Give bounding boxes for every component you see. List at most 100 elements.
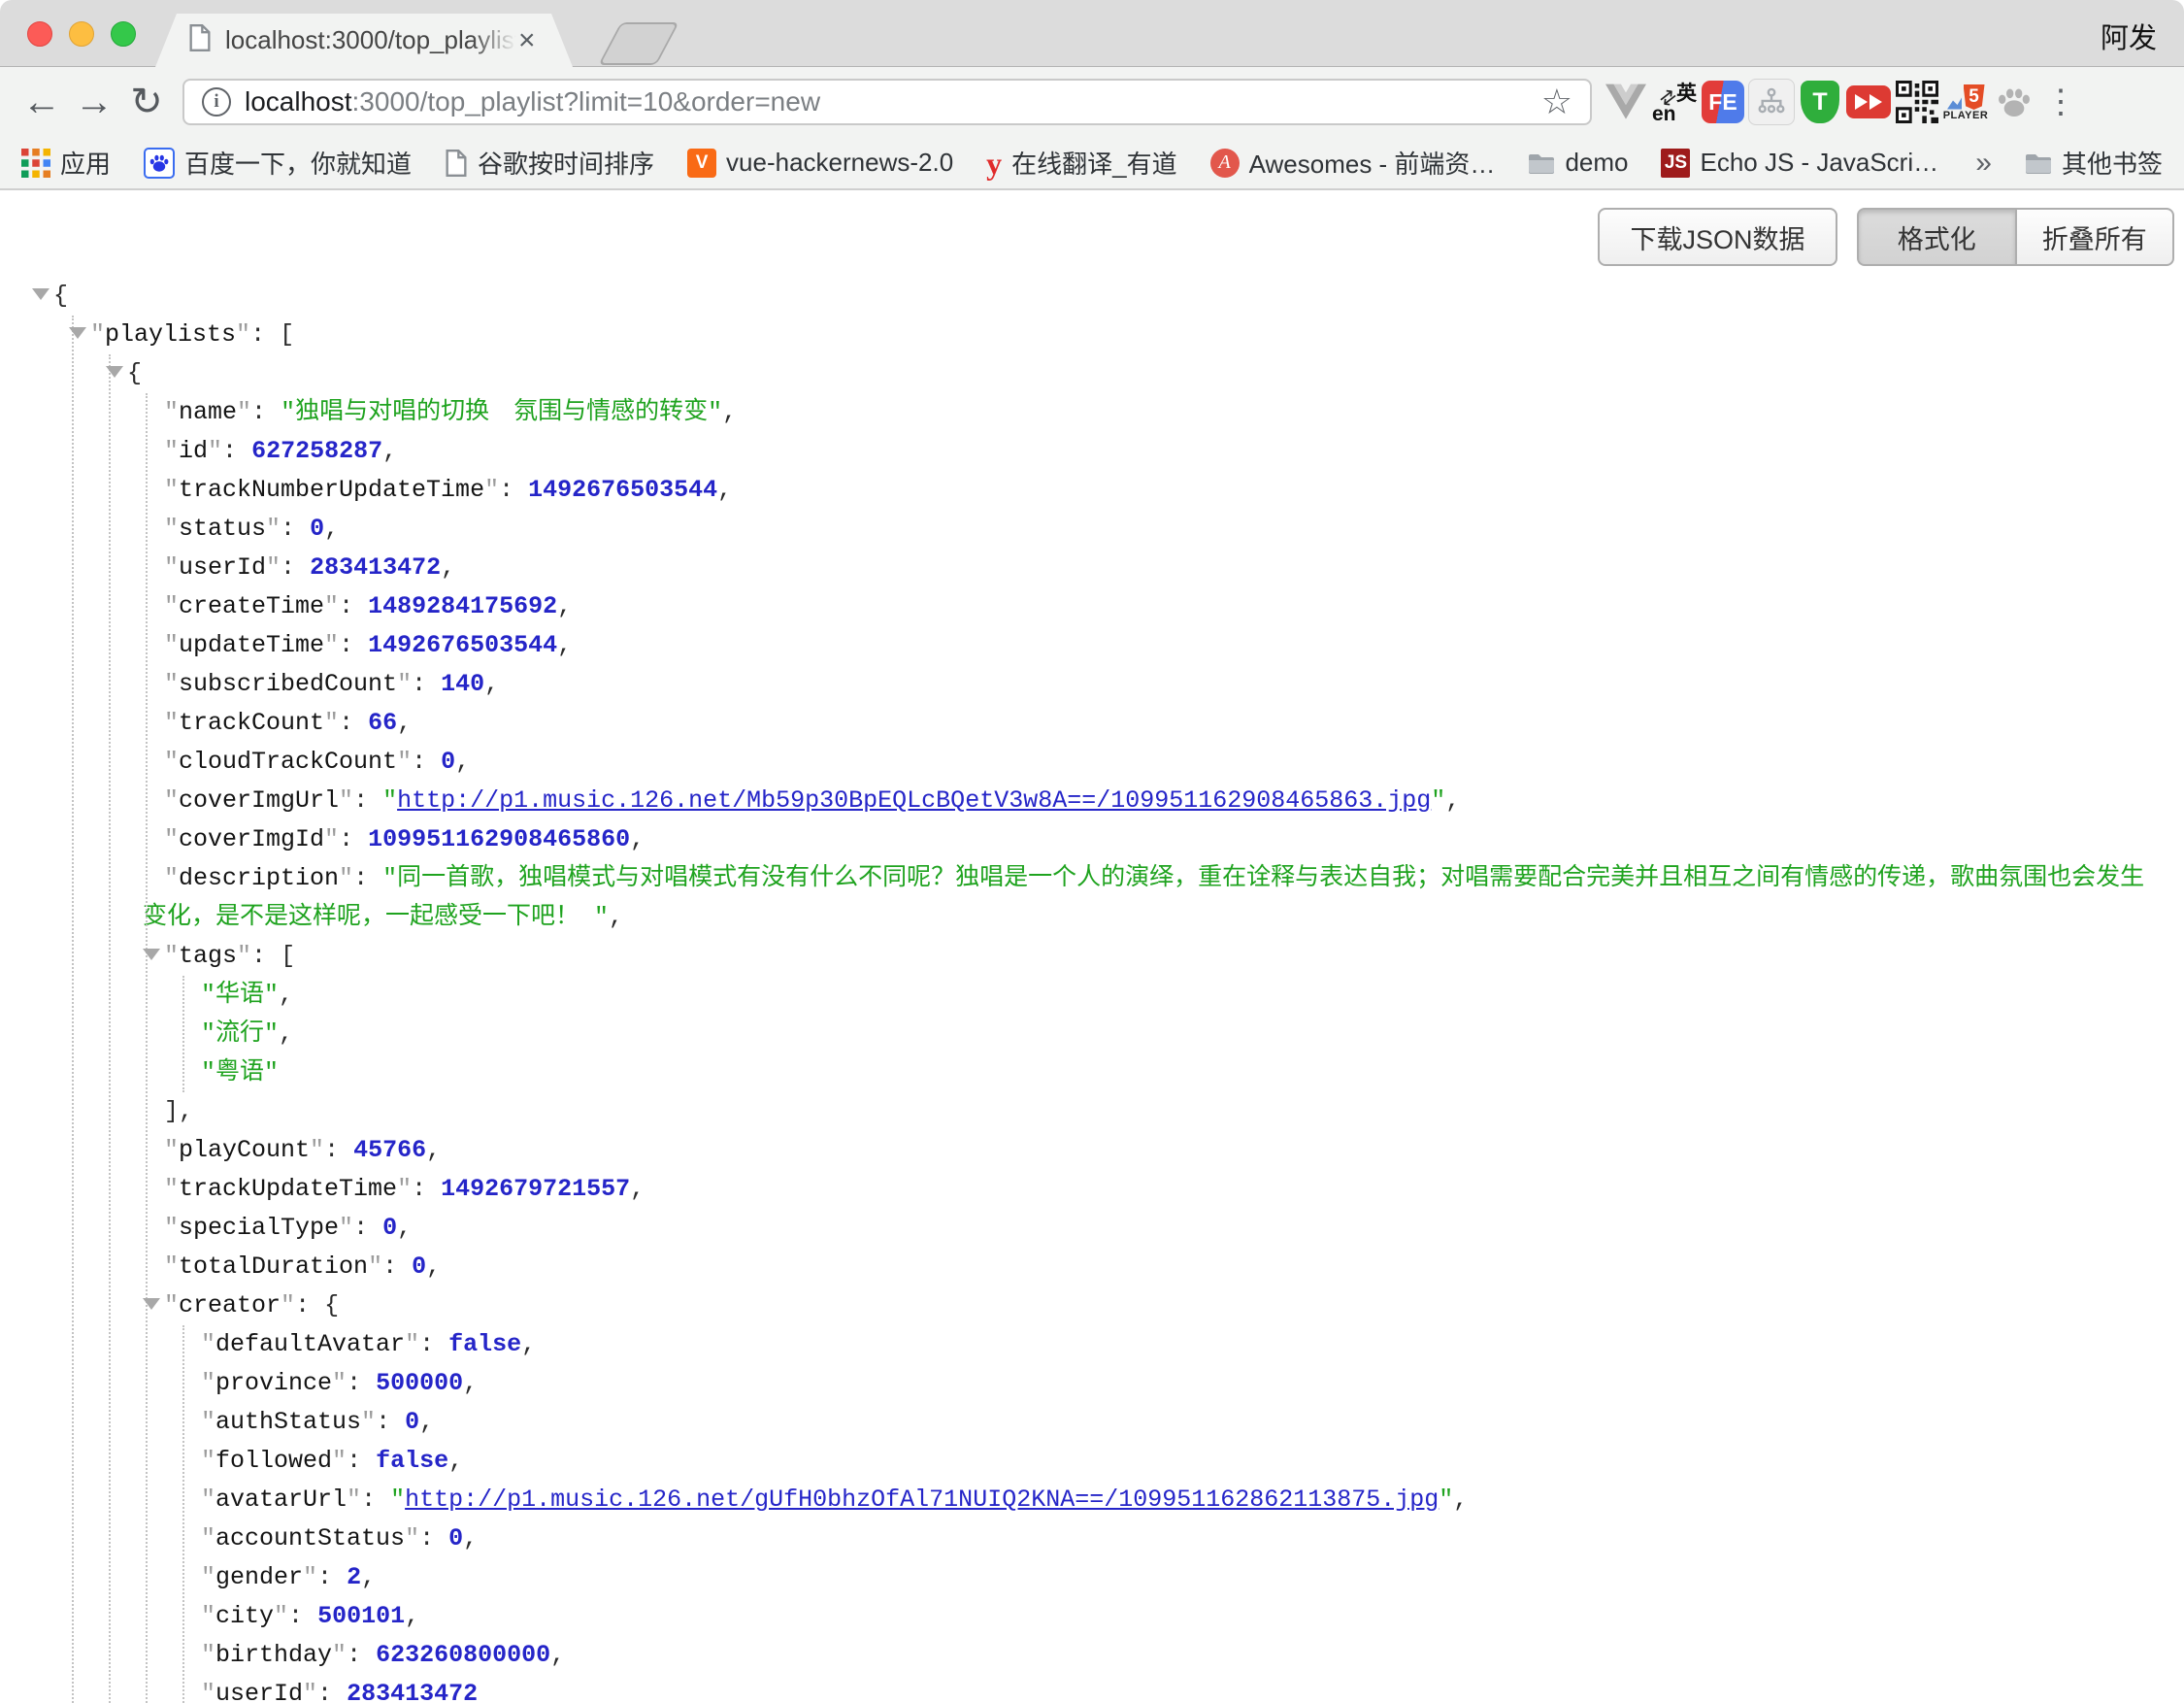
extension-vue-devtools-icon[interactable] xyxy=(1602,78,1650,126)
zoom-window-button[interactable] xyxy=(111,21,136,47)
bookmark-item[interactable]: JSEcho JS - JavaScri… xyxy=(1661,148,1938,178)
youdao-favicon: y xyxy=(986,148,1002,179)
json-row: "id": 627258287, xyxy=(0,432,2184,471)
collapse-triangle-icon xyxy=(143,634,164,651)
json-link[interactable]: http://p1.music.126.net/gUfH0bhzOfAl71NU… xyxy=(405,1486,1439,1514)
bookmark-item[interactable]: 百度一下，你就知道 xyxy=(144,145,412,181)
echojs-favicon: JS xyxy=(1661,149,1690,178)
bookmark-label: 谷歌按时间排序 xyxy=(478,145,654,181)
back-button[interactable]: ← xyxy=(16,83,68,121)
baidu-paw-icon xyxy=(144,148,175,179)
close-window-button[interactable] xyxy=(27,21,52,47)
json-row: "description": "同一首歌，独唱模式与对唱模式有没有什么不同呢？独… xyxy=(0,859,2184,937)
download-json-button[interactable]: 下载JSON数据 xyxy=(1598,208,1837,266)
awesomes-favicon: A xyxy=(1210,149,1240,178)
json-row: "subscribedCount": 140, xyxy=(0,665,2184,704)
folder-icon xyxy=(2025,152,2052,174)
collapse-triangle-icon[interactable] xyxy=(143,1294,164,1312)
json-row: "coverImgId": 109951162908465860, xyxy=(0,820,2184,859)
extension-tampermonkey-icon[interactable]: T xyxy=(1796,78,1844,126)
collapse-triangle-icon xyxy=(180,1333,201,1351)
collapse-all-button[interactable]: 折叠所有 xyxy=(2015,208,2175,266)
bookmarks-overflow-chevron[interactable]: » xyxy=(1975,147,1992,180)
collapse-triangle-icon xyxy=(143,1178,164,1195)
page-content: 下载JSON数据 格式化 折叠所有 {"playlists": [{"name"… xyxy=(0,190,2184,1703)
json-row: "defaultAvatar": false, xyxy=(0,1325,2184,1364)
collapse-triangle-icon xyxy=(143,751,164,768)
browser-window: localhost:3000/top_playlist?lim × 阿发 ← →… xyxy=(0,0,2184,1703)
bookmark-label: demo xyxy=(1565,148,1628,178)
bookmark-other-folder[interactable]: 其他书签 xyxy=(2025,145,2163,181)
collapse-triangle-icon[interactable] xyxy=(106,362,127,380)
tab-strip: localhost:3000/top_playlist?lim × 阿发 xyxy=(0,0,2184,67)
page-favicon-icon xyxy=(188,24,212,56)
json-row: { xyxy=(0,277,2184,316)
bookmark-item[interactable]: 应用 xyxy=(21,145,111,181)
json-tree: {"playlists": [{"name": "独唱与对唱的切换 氛围与情感的… xyxy=(0,277,2184,1703)
tab-close-icon[interactable]: × xyxy=(518,26,536,55)
extension-page-tree-icon[interactable] xyxy=(1747,78,1796,126)
paw-icon xyxy=(1995,83,2034,121)
json-row: "gender": 2, xyxy=(0,1558,2184,1597)
collapse-triangle-icon xyxy=(180,1061,201,1079)
minimize-window-button[interactable] xyxy=(69,21,94,47)
collapse-triangle-icon xyxy=(180,1411,201,1428)
address-bar[interactable]: i localhost:3000/top_playlist?limit=10&o… xyxy=(182,79,1592,125)
json-row: "createTime": 1489284175692, xyxy=(0,587,2184,626)
new-tab-button[interactable] xyxy=(598,22,678,65)
json-row: "coverImgUrl": "http://p1.music.126.net/… xyxy=(0,782,2184,820)
apps-grid-icon xyxy=(21,149,50,178)
format-button[interactable]: 格式化 xyxy=(1857,208,2015,266)
bookmark-label: 其他书签 xyxy=(2062,145,2163,181)
json-link[interactable]: http://p1.music.126.net/Mb59p30BpEQLcBQe… xyxy=(397,786,1431,815)
extension-translator-icon[interactable]: 英en⇄ xyxy=(1650,78,1699,126)
collapse-triangle-icon xyxy=(143,1139,164,1156)
collapse-triangle-icon xyxy=(180,1488,201,1506)
json-row: "华语", xyxy=(0,976,2184,1015)
extensions-bar: 英en⇄FE T 5PLAYER xyxy=(1602,78,2038,126)
json-row: "userId": 283413472, xyxy=(0,549,2184,587)
bookmark-item[interactable]: y 在线翻译_有道 xyxy=(986,145,1176,181)
bookmark-label: 在线翻译_有道 xyxy=(1011,145,1176,181)
forward-button[interactable]: → xyxy=(68,83,120,121)
bookmark-item[interactable]: Vvue-hackernews-2.0 xyxy=(687,148,953,178)
profile-name[interactable]: 阿发 xyxy=(2101,16,2157,56)
bookmark-label: Awesomes - 前端资… xyxy=(1249,145,1496,181)
vue-favicon: V xyxy=(687,149,716,178)
json-row: "trackCount": 66, xyxy=(0,704,2184,743)
bookmark-star-icon[interactable]: ☆ xyxy=(1541,84,1572,119)
extension-video-fastforward-icon[interactable] xyxy=(1844,78,1893,126)
collapse-triangle-icon xyxy=(143,556,164,574)
bookmark-item[interactable]: 谷歌按时间排序 xyxy=(445,145,654,181)
collapse-triangle-icon xyxy=(180,1683,201,1700)
collapse-triangle-icon xyxy=(143,867,164,885)
json-row: "流行", xyxy=(0,1015,2184,1053)
json-row: "specialType": 0, xyxy=(0,1209,2184,1248)
extension-paw-icon[interactable] xyxy=(1990,78,2038,126)
extension-fehelper-icon[interactable]: FE xyxy=(1699,78,1747,126)
json-row: { xyxy=(0,354,2184,393)
bookmark-item[interactable]: demo xyxy=(1528,148,1628,178)
collapse-triangle-icon xyxy=(180,1605,201,1622)
json-row: "city": 500101, xyxy=(0,1597,2184,1636)
collapse-triangle-icon xyxy=(143,1255,164,1273)
extension-qrcode-icon[interactable] xyxy=(1893,78,1941,126)
indent-guide xyxy=(109,354,111,1703)
collapse-triangle-icon[interactable] xyxy=(32,284,53,302)
collapse-triangle-icon xyxy=(180,1372,201,1389)
page-icon xyxy=(445,150,468,177)
folder-icon xyxy=(1528,152,1555,174)
extension-html5-player-icon[interactable]: 5PLAYER xyxy=(1941,78,1990,126)
collapse-triangle-icon[interactable] xyxy=(69,323,90,341)
view-mode-group: 格式化 折叠所有 xyxy=(1857,208,2174,266)
chrome-menu-icon[interactable]: ⋮ xyxy=(2044,83,2073,121)
page-info-icon[interactable]: i xyxy=(202,87,231,117)
bookmark-item[interactable]: A Awesomes - 前端资… xyxy=(1210,145,1496,181)
browser-tab[interactable]: localhost:3000/top_playlist?lim × xyxy=(155,14,573,67)
reload-button[interactable]: ↻ xyxy=(120,83,173,121)
collapse-triangle-icon[interactable] xyxy=(143,945,164,962)
collapse-triangle-icon xyxy=(180,1022,201,1040)
json-row: "playCount": 45766, xyxy=(0,1131,2184,1170)
tab-title: localhost:3000/top_playlist?lim xyxy=(225,25,516,55)
collapse-triangle-icon xyxy=(143,712,164,729)
